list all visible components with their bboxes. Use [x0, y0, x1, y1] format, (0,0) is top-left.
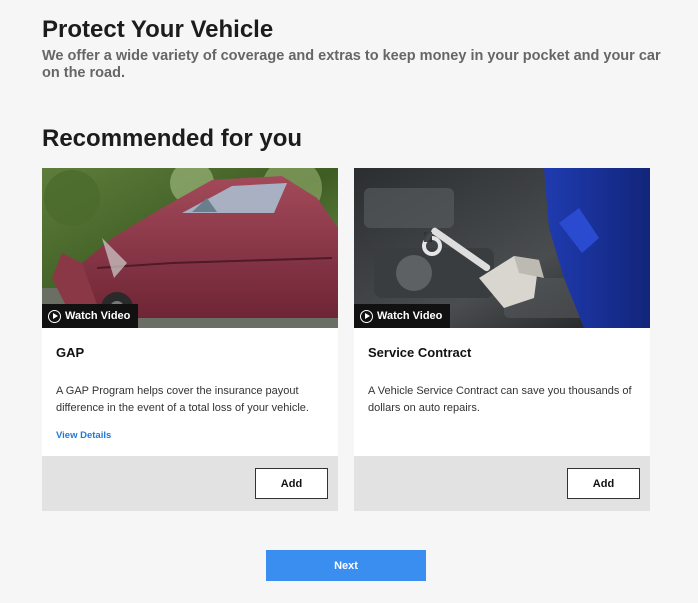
play-icon [360, 309, 373, 323]
product-card-gap: Watch Video GAP A GAP Program helps cove… [42, 168, 338, 511]
next-button[interactable]: Next [266, 550, 426, 581]
watch-video-label: Watch Video [65, 310, 131, 322]
add-gap-button[interactable]: Add [255, 468, 328, 499]
card-footer: Add [42, 456, 338, 511]
card-description: A GAP Program helps cover the insurance … [56, 385, 309, 414]
watch-video-button[interactable]: Watch Video [42, 304, 139, 328]
service-contract-card-image: Watch Video [354, 168, 650, 328]
recommended-section-title: Recommended for you [42, 125, 303, 152]
card-footer: Add [354, 456, 650, 511]
card-title: GAP [56, 345, 85, 360]
card-title: Service Contract [368, 345, 472, 360]
card-description: A Vehicle Service Contract can save you … [368, 385, 632, 414]
view-details-link[interactable]: View Details [56, 430, 111, 441]
add-service-contract-button[interactable]: Add [567, 468, 640, 499]
page-subtitle: We offer a wide variety of coverage and … [42, 48, 661, 81]
watch-video-label: Watch Video [377, 310, 443, 322]
product-card-service-contract: Watch Video Service Contract A Vehicle S… [354, 168, 650, 511]
gap-card-image: Watch Video [42, 168, 338, 328]
watch-video-button[interactable]: Watch Video [354, 304, 451, 328]
page-title: Protect Your Vehicle [42, 16, 274, 43]
play-icon [48, 309, 61, 323]
